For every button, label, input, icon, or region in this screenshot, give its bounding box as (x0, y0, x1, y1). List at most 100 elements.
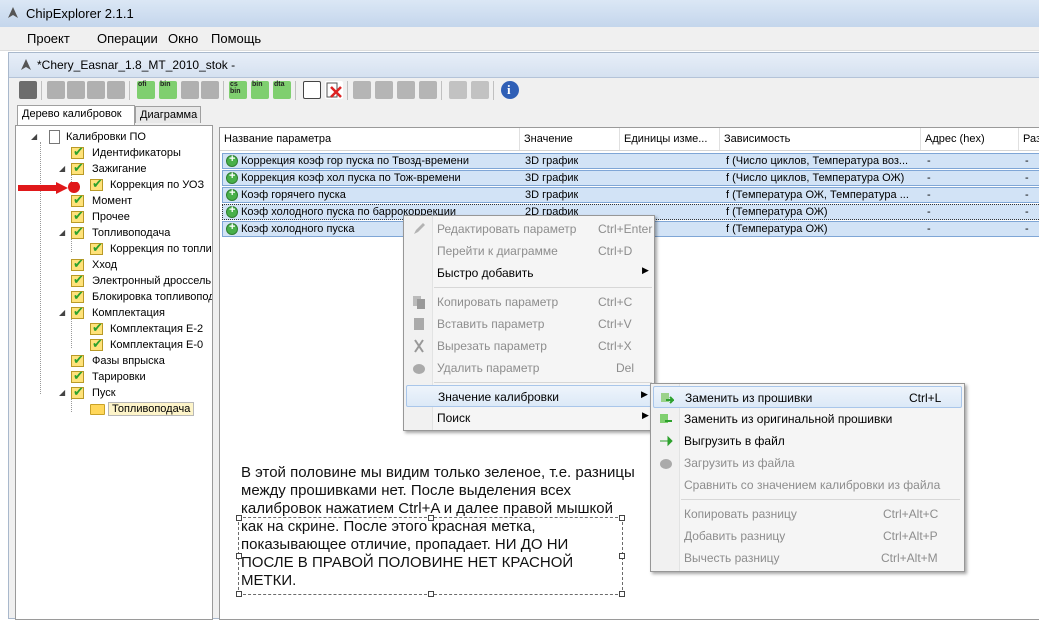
details-view-icon[interactable] (419, 81, 437, 99)
menu-item-shortcut: Ctrl+D (598, 244, 633, 258)
menu-calibration-value[interactable]: Значение калибровки ▶ (406, 385, 652, 407)
resize-handle[interactable] (236, 591, 242, 597)
cell-name: Коэф горячего пуска (241, 189, 346, 201)
table-row[interactable]: Коррекция коэф гор пуска по Твозд-времен… (222, 153, 1039, 169)
folder-icon (90, 404, 105, 415)
tree-line (71, 398, 72, 412)
menu-project[interactable]: Проект (27, 31, 70, 46)
document-icon (49, 130, 60, 144)
resize-handle[interactable] (619, 591, 625, 597)
table-row[interactable]: Коэф горячего пуска 3D график f (Темпера… (222, 187, 1039, 203)
menu-copy-parameter[interactable]: Копировать параметр Ctrl+C (406, 291, 652, 313)
menu-quick-add[interactable]: Быстро добавить ▶ (406, 262, 652, 284)
column-header-name[interactable]: Название параметра (220, 128, 520, 150)
menu-item-label: Редактировать параметр (437, 222, 577, 236)
app-title-bar: ChipExplorer 2.1.1 (0, 0, 1039, 28)
menu-load-from-file[interactable]: Загрузить из файла (653, 452, 962, 474)
tree-label: Комплектация Е-2 (110, 323, 204, 335)
open-bin-icon[interactable]: bin (159, 81, 177, 99)
menu-cut-parameter[interactable]: Вырезать параметр Ctrl+X (406, 335, 652, 357)
open-ofi-icon[interactable]: ofi (137, 81, 155, 99)
menu-compare-with-file[interactable]: Сравнить со значением калибровки из файл… (653, 474, 962, 496)
cell-name: Коррекция коэф гор пуска по Твозд-времен… (241, 155, 469, 167)
info-icon[interactable]: i (501, 81, 519, 99)
menu-export-to-file[interactable]: Выгрузить в файл (653, 430, 962, 452)
annotation-line: калибровок нажатием Ctrl+A и далее право… (241, 500, 614, 517)
toolbar-separator (129, 81, 130, 100)
cell-diff: - (1025, 206, 1029, 218)
menu-delete-parameter[interactable]: Удалить параметр Del (406, 357, 652, 379)
load-icon (660, 459, 672, 469)
copy-icon[interactable] (181, 81, 199, 99)
menu-item-shortcut: Ctrl+Enter (598, 222, 653, 236)
grid-view-icon[interactable] (397, 81, 415, 99)
chip-verify-icon[interactable] (87, 81, 105, 99)
menu-add-difference[interactable]: Добавить разницу Ctrl+Alt+P (653, 525, 962, 547)
tab-calibration-tree[interactable]: Дерево калибровок (17, 105, 135, 125)
menu-edit-parameter[interactable]: Редактировать параметр Ctrl+Enter (406, 218, 652, 240)
column-header-value[interactable]: Значение (520, 128, 620, 150)
chip-read-icon[interactable] (47, 81, 65, 99)
compare-icon[interactable] (303, 81, 321, 99)
chip-write-icon[interactable] (67, 81, 85, 99)
menu-bar: Проект Операции Окно Помощь (0, 27, 1039, 51)
tree-label: Прочее (92, 211, 130, 223)
table-row[interactable]: Коррекция коэф хол пуска по Тож-времени … (222, 170, 1039, 186)
menu-paste-parameter[interactable]: Вставить параметр Ctrl+V (406, 313, 652, 335)
menu-item-label: Загрузить из файла (684, 456, 795, 470)
save-bin-icon[interactable]: bin (251, 81, 269, 99)
menu-item-shortcut: Ctrl+Alt+M (881, 551, 938, 565)
save-cs-bin-icon[interactable]: cs bin (229, 81, 247, 99)
menu-replace-from-original[interactable]: Заменить из оригинальной прошивки (653, 408, 962, 430)
chip-erase-icon[interactable] (107, 81, 125, 99)
toolbar-separator (347, 81, 348, 100)
settings-icon[interactable] (471, 81, 489, 99)
annotation-line: ПОСЛЕ В ПРАВОЙ ПОЛОВИНЕ НЕТ КРАСНОЙ (241, 554, 574, 571)
save-icon[interactable] (19, 81, 37, 99)
plus-icon (226, 187, 238, 201)
submenu-arrow-icon: ▶ (641, 389, 648, 399)
cell-dependency: f (Температура ОЖ, Температура ... (726, 189, 909, 201)
cell-address: - (927, 155, 931, 167)
cell-value: 3D график (525, 189, 579, 201)
menu-help[interactable]: Помощь (211, 31, 261, 46)
toolbar-separator (41, 81, 42, 100)
list-view-icon[interactable] (375, 81, 393, 99)
save-dta-icon[interactable]: dta (273, 81, 291, 99)
menu-search[interactable]: Поиск ▶ (406, 407, 652, 429)
graph-icon[interactable] (449, 81, 467, 99)
column-header-units[interactable]: Единицы изме... (620, 128, 720, 150)
menu-item-label: Вырезать параметр (437, 339, 547, 353)
tab-diagram[interactable]: Диаграмма (135, 106, 201, 123)
delete-icon (413, 364, 425, 374)
menu-item-label: Быстро добавить (437, 266, 534, 280)
menu-window[interactable]: Окно (168, 31, 198, 46)
cell-address: - (927, 189, 931, 201)
column-header-diff[interactable]: Раз (1019, 128, 1039, 150)
bin-label: bin (160, 81, 171, 88)
tree-label: Зажигание (92, 163, 147, 175)
menu-operations[interactable]: Операции (97, 31, 158, 46)
column-header-address[interactable]: Адрес (hex) (921, 128, 1019, 150)
menu-copy-difference[interactable]: Копировать разницу Ctrl+Alt+C (653, 503, 962, 525)
menu-item-shortcut: Ctrl+Alt+P (883, 529, 938, 543)
check-icon (71, 352, 84, 368)
close-compare-icon[interactable] (325, 81, 343, 99)
table-view-icon[interactable] (353, 81, 371, 99)
menu-go-to-diagram[interactable]: Перейти к диаграмме Ctrl+D (406, 240, 652, 262)
check-icon (71, 144, 84, 160)
resize-handle[interactable] (428, 591, 434, 597)
document-title: *Chery_Easnar_1.8_MT_2010_stok - (37, 58, 236, 72)
paste-icon[interactable] (201, 81, 219, 99)
calibration-tree: ◢ Калибровки ПО Идентификаторы ◢ Зажиган… (15, 125, 213, 620)
check-icon (71, 272, 84, 288)
annotation-line: показывающее отличие, пропадает. НИ ДО Н… (241, 536, 569, 553)
cell-dependency: f (Число циклов, Температура воз... (726, 155, 909, 167)
menu-item-label: Выгрузить в файл (684, 434, 785, 448)
cell-name: Коррекция коэф хол пуска по Тож-времени (241, 172, 461, 184)
paste-icon (414, 318, 424, 330)
tree-label: Электронный дроссель (92, 275, 212, 287)
column-header-dependency[interactable]: Зависимость (720, 128, 921, 150)
menu-replace-from-firmware[interactable]: Заменить из прошивки Ctrl+L (653, 386, 962, 408)
menu-subtract-difference[interactable]: Вычесть разницу Ctrl+Alt+M (653, 547, 962, 569)
